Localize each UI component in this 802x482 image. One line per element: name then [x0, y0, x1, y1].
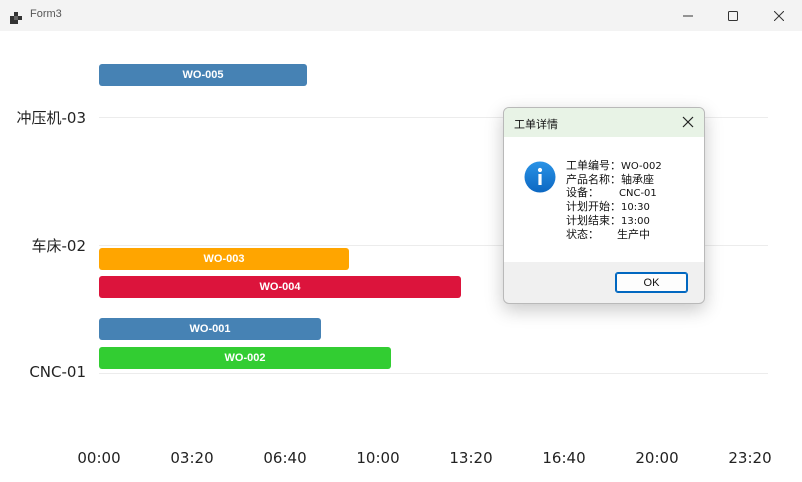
detail-line: 计划结束：13:00	[566, 214, 662, 228]
x-tick-label: 20:00	[635, 449, 679, 467]
app-icon	[10, 9, 22, 24]
gantt-bar-wo-003[interactable]: WO-003	[99, 248, 349, 270]
x-tick-label: 16:40	[542, 449, 586, 467]
row-label-cnc-01: CNC-01	[29, 363, 86, 381]
work-order-details-dialog: 工单详情 工单编号：WO-002 产品名称：轴承座 设备： CNC-01 计划开…	[503, 107, 705, 304]
detail-value: 13:00	[621, 216, 650, 227]
dialog-message: 工单编号：WO-002 产品名称：轴承座 设备： CNC-01 计划开始：10:3…	[566, 159, 662, 241]
x-tick-label: 00:00	[77, 449, 121, 467]
detail-label: 工单编号：	[566, 159, 621, 172]
x-tick-label: 10:00	[356, 449, 400, 467]
ok-button[interactable]: OK	[615, 272, 688, 293]
gantt-bar-wo-002[interactable]: WO-002	[99, 347, 391, 369]
detail-value: 10:30	[621, 202, 650, 213]
detail-value: 轴承座	[621, 173, 654, 186]
x-tick-label: 06:40	[263, 449, 307, 467]
window-title: Form3	[30, 8, 62, 20]
gantt-bar-wo-004[interactable]: WO-004	[99, 276, 461, 298]
gantt-bar-wo-001[interactable]: WO-001	[99, 318, 321, 340]
gantt-bar-wo-005[interactable]: WO-005	[99, 64, 307, 86]
x-tick-label: 03:20	[170, 449, 214, 467]
x-tick-label: 23:20	[728, 449, 772, 467]
detail-label: 计划结束：	[566, 214, 621, 227]
row-label-lathe-02: 车床-02	[31, 237, 87, 255]
info-icon	[524, 161, 556, 193]
detail-line: 设备： CNC-01	[566, 186, 662, 200]
detail-label: 状态：	[566, 228, 599, 241]
row-label-press-03: 冲压机-03	[16, 109, 87, 127]
close-button[interactable]	[756, 0, 802, 31]
row-grid-line	[99, 373, 768, 374]
minimize-button[interactable]	[665, 0, 711, 31]
detail-value: CNC-01	[619, 188, 657, 199]
dialog-title: 工单详情	[514, 118, 558, 131]
detail-line: 计划开始：10:30	[566, 200, 662, 214]
close-icon	[774, 10, 784, 21]
detail-label: 产品名称：	[566, 173, 621, 186]
dialog-body: 工单编号：WO-002 产品名称：轴承座 设备： CNC-01 计划开始：10:3…	[504, 137, 704, 262]
title-bar[interactable]: Form3	[0, 0, 802, 31]
dialog-close-button[interactable]	[680, 114, 696, 130]
detail-line: 状态： 生产中	[566, 228, 662, 241]
detail-value: 生产中	[617, 228, 650, 241]
detail-line: 产品名称：轴承座	[566, 173, 662, 186]
minimize-icon	[683, 15, 693, 16]
app-window: Form3 冲压机-03 车床-02 CNC-01 WO-005 WO-003 …	[0, 0, 802, 482]
maximize-button[interactable]	[710, 0, 756, 31]
close-icon	[682, 116, 694, 128]
maximize-icon	[728, 10, 738, 21]
detail-value: WO-002	[621, 161, 662, 172]
dialog-title-bar[interactable]: 工单详情	[504, 108, 704, 137]
detail-label: 设备：	[566, 186, 599, 199]
detail-line: 工单编号：WO-002	[566, 159, 662, 173]
x-tick-label: 13:20	[449, 449, 493, 467]
detail-label: 计划开始：	[566, 200, 621, 213]
